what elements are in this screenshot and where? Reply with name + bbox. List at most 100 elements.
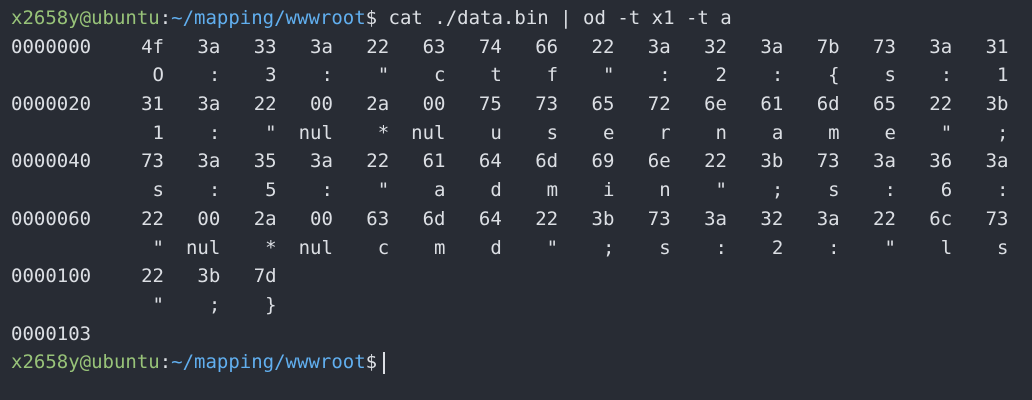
dump-ascii-char: m	[546, 179, 559, 202]
dump-ascii-char: "	[377, 179, 390, 202]
dump-ascii-char: n	[659, 179, 671, 202]
dump-hex-byte: 73	[985, 207, 1009, 230]
dump-hex-byte: 22	[591, 35, 615, 58]
prompt-path: ~/mapping/wwwroot	[171, 351, 366, 374]
dump-hex-byte: 22	[929, 93, 953, 116]
dump-hex-byte: 3b	[197, 265, 221, 288]
dump-ascii-char: nul	[298, 236, 333, 259]
dump-ascii-char: *	[377, 121, 390, 144]
dump-hex-row: 0000060 22 00 2a 00 63 6d 64 22 3b 73 3a 32 3a 22 6c 73	[11, 205, 1032, 234]
prompt-user-host: x2658y@ubuntu	[11, 7, 160, 29]
dump-hex-byte: 3b	[985, 93, 1009, 116]
dump-hex-byte: 61	[760, 93, 784, 116]
dump-hex-byte: 3a	[816, 207, 840, 230]
dump-hex-byte: 36	[929, 150, 953, 173]
dump-ascii-char: "	[152, 293, 164, 316]
dump-hex-byte: 22	[366, 150, 390, 173]
dump-offset: 0000100	[11, 265, 92, 288]
dump-ascii-char: c	[377, 236, 390, 259]
dump-ascii-char: }	[265, 293, 277, 316]
od-output: 0000000 4f 3a 33 3a 22 63 74 66 22 3a 32 3a 7b 73 3a 31 O…	[11, 33, 1032, 320]
dump-hex-byte: 7d	[253, 265, 277, 288]
dump-ascii-char: nul	[411, 121, 446, 144]
dump-ascii-char: 3	[265, 64, 277, 87]
dump-hex-byte: 6e	[704, 93, 727, 116]
dump-ascii-char: "	[152, 236, 164, 259]
dump-hex-byte: 3a	[197, 35, 221, 58]
dump-hex-byte: 3a	[929, 35, 953, 58]
dump-hex-byte: 6c	[929, 207, 953, 230]
dump-hex-row: 0000100 22 3b 7d	[11, 262, 1032, 291]
dump-ascii-char: i	[602, 179, 615, 202]
active-prompt-line[interactable]: x2658y@ubuntu:~/mapping/wwwroot$	[11, 348, 1032, 377]
dump-ascii-char: 6	[940, 179, 953, 202]
dump-hex-byte: 65	[873, 93, 896, 116]
dump-hex-byte: 73	[141, 150, 164, 173]
dump-hex-byte: 00	[197, 207, 221, 230]
text-cursor	[383, 351, 386, 374]
dump-hex-byte: 3a	[704, 207, 727, 230]
dump-hex-byte: 63	[422, 35, 446, 58]
dump-ascii-char: m	[828, 121, 840, 144]
dump-hex-byte: 22	[366, 35, 390, 58]
dump-hex-byte: 22	[253, 93, 277, 116]
dump-offset: 0000000	[11, 35, 92, 58]
dump-hex-byte: 75	[478, 93, 502, 116]
dump-ascii-char: ;	[602, 236, 615, 259]
dump-ascii-char: s	[659, 236, 671, 259]
dump-hex-row: 0000020 31 3a 22 00 2a 00 75 73 65 72 6e 61 6d 65 22 3b	[11, 90, 1032, 119]
dump-ascii-char: u	[490, 121, 502, 144]
dump-ascii-char: s	[828, 179, 840, 202]
dump-ascii-char: 1	[997, 64, 1009, 87]
dump-ascii-char: s	[152, 179, 164, 202]
dump-ascii-char: l	[940, 236, 953, 259]
dump-hex-byte: 73	[816, 150, 840, 173]
dump-hex-byte: 69	[591, 150, 615, 173]
dump-ascii-char: e	[602, 121, 615, 144]
dump-hex-byte: 00	[310, 207, 333, 230]
dump-ascii-char: c	[434, 64, 446, 87]
dump-hex-byte: 74	[478, 35, 502, 58]
dump-hex-byte: 3a	[760, 35, 784, 58]
dump-ascii-char: "	[602, 64, 615, 87]
dump-hex-byte: 3a	[647, 35, 671, 58]
dump-hex-byte: 33	[253, 35, 277, 58]
command-text: cat ./data.bin | od -t x1 -t a	[388, 7, 732, 29]
dump-hex-byte: 32	[704, 35, 727, 58]
dump-hex-byte: 31	[141, 93, 164, 116]
dump-ascii-char: O	[152, 64, 164, 87]
dump-ascii-char: t	[490, 64, 502, 87]
dump-ascii-char: "	[715, 179, 727, 202]
dump-ascii-char: "	[884, 236, 896, 259]
dump-ascii-char: "	[546, 236, 559, 259]
dump-ascii-char: nul	[298, 121, 333, 144]
prompt-user-host: x2658y@ubuntu	[11, 351, 160, 374]
dump-hex-byte: 3b	[591, 207, 615, 230]
dump-hex-byte: 22	[873, 207, 896, 230]
dump-ascii-char: s	[546, 121, 559, 144]
dump-hex-byte: 32	[760, 207, 784, 230]
dump-hex-byte: 3a	[310, 150, 333, 173]
dump-hex-byte: 63	[366, 207, 390, 230]
dump-offset: 0000060	[11, 207, 92, 230]
dump-hex-byte: 73	[647, 207, 671, 230]
dump-ascii-char: a	[434, 179, 446, 202]
terminal-window[interactable]: x2658y@ubuntu:~/mapping/wwwroot$ cat ./d…	[0, 0, 1032, 400]
dump-hex-byte: 3a	[985, 150, 1009, 173]
dump-hex-byte: 6d	[535, 150, 559, 173]
dump-hex-byte: 22	[141, 265, 164, 288]
dump-hex-byte: 00	[310, 93, 333, 116]
dump-hex-byte: 64	[478, 150, 502, 173]
dump-ascii-char: :	[997, 179, 1009, 202]
dump-hex-byte: 2a	[253, 207, 277, 230]
dump-ascii-char: 2	[715, 64, 727, 87]
dump-hex-byte: 61	[422, 150, 446, 173]
dump-hex-byte: 22	[535, 207, 559, 230]
dump-ascii-row: s: 5: " a d m i n "; s: 6:	[11, 176, 1032, 205]
dump-ascii-char: s	[884, 64, 896, 87]
dump-offset: 0000040	[11, 150, 92, 173]
dump-hex-byte: 22	[141, 207, 164, 230]
dump-ascii-char: :	[208, 121, 221, 144]
dump-hex-byte: 3a	[310, 35, 333, 58]
prompt-separator: :	[159, 351, 172, 374]
